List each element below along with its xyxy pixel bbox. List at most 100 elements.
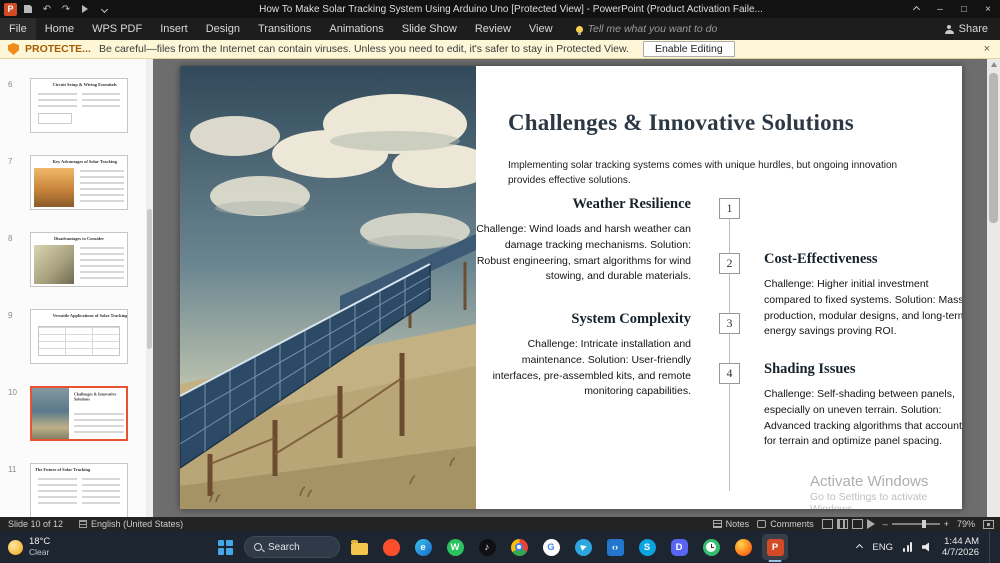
zoom-out-button[interactable]: – (883, 519, 888, 529)
window-controls: – □ × (904, 0, 1000, 18)
tiktok-icon: ♪ (479, 539, 496, 556)
slide-canvas: Challenges & Innovative Solutions Implem… (153, 59, 1000, 517)
timeline-number-4: 4 (719, 363, 740, 384)
tab-view[interactable]: View (520, 18, 562, 40)
thumbnail-scrollbar[interactable] (146, 59, 153, 517)
tab-design[interactable]: Design (197, 18, 249, 40)
close-button[interactable]: × (976, 0, 1000, 18)
tray-chevron-up-icon[interactable] (856, 543, 863, 550)
taskbar-center: Search e W ♪ G ‹› S D P (212, 531, 788, 563)
slide-sorter-view-icon[interactable] (837, 519, 848, 529)
volume-icon[interactable] (922, 542, 932, 552)
thumbnail-number: 9 (8, 311, 12, 320)
taskbar-search[interactable]: Search (244, 536, 340, 558)
enable-editing-button[interactable]: Enable Editing (643, 41, 735, 57)
taskbar-icon-google[interactable]: G (538, 534, 564, 560)
taskbar-icon-telegram[interactable] (570, 534, 596, 560)
scroll-up-icon[interactable] (991, 62, 997, 67)
weather-widget[interactable]: 18°C Clear (8, 537, 50, 558)
tab-insert[interactable]: Insert (151, 18, 197, 40)
minimize-button[interactable]: – (928, 0, 952, 18)
comments-label: Comments (770, 519, 814, 529)
customize-quick-access-icon[interactable] (98, 3, 110, 15)
taskbar-icon-skype[interactable]: S (634, 534, 660, 560)
zoom-in-button[interactable]: + (944, 519, 949, 529)
thumbnail-number: 10 (8, 388, 17, 397)
protected-view-label: PROTECTE... (25, 43, 91, 55)
weather-temperature: 18°C (29, 537, 50, 548)
scrollbar-thumb[interactable] (989, 73, 998, 223)
tab-animations[interactable]: Animations (320, 18, 392, 40)
ribbon-display-options-icon[interactable] (904, 0, 928, 18)
tab-wps-pdf[interactable]: WPS PDF (83, 18, 151, 40)
tab-home[interactable]: Home (36, 18, 83, 40)
thumb-image (34, 168, 74, 207)
taskbar-icon-powerpoint-active[interactable]: P (762, 534, 788, 560)
language-label: English (United States) (91, 519, 183, 529)
comments-button[interactable]: Comments (757, 519, 814, 529)
item-body: Challenge: Self-shading between panels, … (764, 387, 962, 450)
show-desktop-button[interactable] (989, 531, 992, 563)
start-button[interactable] (212, 534, 238, 560)
slideshow-view-icon[interactable] (867, 519, 875, 529)
person-icon (945, 25, 954, 34)
banner-close-icon[interactable]: × (984, 43, 990, 55)
redo-icon[interactable]: ↷ (60, 3, 72, 15)
protected-view-message: Be careful—files from the Internet can c… (99, 43, 629, 55)
item-heading: System Complexity (473, 311, 691, 328)
canvas-scrollbar[interactable] (987, 59, 1000, 517)
item-body: Challenge: Wind loads and harsh weather … (473, 222, 691, 285)
thumbnail-slide-9[interactable]: 9 Versatile Applications of Solar Tracki… (0, 309, 146, 367)
share-label: Share (959, 23, 988, 35)
share-button[interactable]: Share (945, 23, 988, 35)
fit-to-window-icon[interactable] (983, 520, 994, 529)
taskbar-icon-brave[interactable] (378, 534, 404, 560)
thumbnail-number: 6 (8, 80, 12, 89)
undo-icon[interactable]: ↶ (41, 3, 53, 15)
taskbar-icon-firefox[interactable] (730, 534, 756, 560)
language-selector[interactable]: English (United States) (79, 519, 183, 529)
tab-transitions[interactable]: Transitions (249, 18, 320, 40)
lightbulb-icon (576, 26, 583, 33)
tab-slide-show[interactable]: Slide Show (393, 18, 466, 40)
vscode-icon: ‹› (607, 539, 624, 556)
zoom-level[interactable]: 79% (957, 519, 975, 529)
clock-date[interactable]: 1:44 AM 4/7/2026 (942, 536, 979, 559)
start-slideshow-icon[interactable] (79, 3, 91, 15)
maximize-button[interactable]: □ (952, 0, 976, 18)
edge-icon: e (415, 539, 432, 556)
thumb-text-lines (80, 247, 124, 283)
thumbnail-slide-8[interactable]: 8 Disadvantages to Consider (0, 232, 146, 290)
thumbnail-title: Key Advantages of Solar Tracking (53, 159, 106, 164)
taskbar-icon-chrome[interactable] (506, 534, 532, 560)
input-language[interactable]: ENG (872, 542, 893, 553)
taskbar-icon-tiktok[interactable]: ♪ (474, 534, 500, 560)
tab-file[interactable]: File (0, 18, 36, 40)
zoom-slider[interactable] (892, 523, 940, 525)
tab-review[interactable]: Review (466, 18, 520, 40)
network-icon[interactable] (903, 542, 912, 552)
thumbnail-slide-7[interactable]: 7 Key Advantages of Solar Tracking (0, 155, 146, 213)
activate-windows-watermark: Activate Windows (810, 473, 928, 490)
thumbnail-slide-6[interactable]: 6 Circuit Setup & Wiring Essentials (0, 78, 146, 136)
normal-view-icon[interactable] (822, 519, 833, 529)
taskbar-icon-file-explorer[interactable] (346, 534, 372, 560)
save-icon[interactable] (22, 3, 34, 15)
tell-me-box[interactable]: Tell me what you want to do (576, 23, 718, 35)
thumbnail-slide-10-selected[interactable]: 10 Challenges & Innovative Solutions (0, 386, 146, 444)
thumbnail-title: Disadvantages to Consider (53, 236, 106, 241)
taskbar-icon-vscode[interactable]: ‹› (602, 534, 628, 560)
taskbar-icon-clock[interactable] (698, 534, 724, 560)
discord-icon: D (671, 539, 688, 556)
powerpoint-icon: P (767, 539, 784, 556)
notes-button[interactable]: Notes (713, 519, 750, 529)
reading-view-icon[interactable] (852, 519, 863, 529)
statusbar: Slide 10 of 12 English (United States) N… (0, 517, 1000, 531)
taskbar-icon-edge[interactable]: e (410, 534, 436, 560)
taskbar-icon-whatsapp[interactable]: W (442, 534, 468, 560)
thumbnail-slide-11[interactable]: 11 The Future of Solar Tracking (0, 463, 146, 517)
zoom-slider-thumb[interactable] (922, 520, 926, 528)
slide-title: Challenges & Innovative Solutions (508, 110, 854, 136)
taskbar-icon-discord[interactable]: D (666, 534, 692, 560)
slide-10[interactable]: Challenges & Innovative Solutions Implem… (180, 66, 962, 509)
